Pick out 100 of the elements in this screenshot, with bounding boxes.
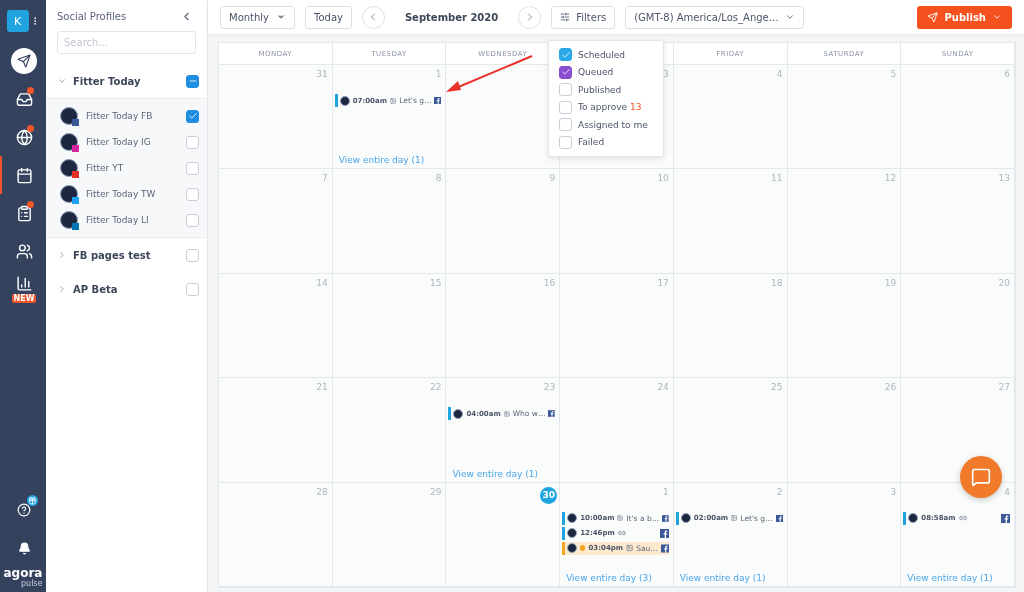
filter-label: Scheduled <box>578 49 626 60</box>
day-number: 29 <box>429 486 442 499</box>
chevron-right-icon[interactable] <box>57 250 67 260</box>
day-number: 12 <box>884 173 897 186</box>
day-number: 22 <box>429 382 442 395</box>
day-number: 10 <box>657 173 669 186</box>
day-number: 18 <box>771 277 783 290</box>
chevron-right-icon[interactable] <box>57 284 67 294</box>
globe-icon[interactable] <box>15 128 33 146</box>
notification-dot <box>27 125 34 132</box>
day-number: 28 <box>316 486 328 499</box>
facebook-icon <box>1001 513 1010 523</box>
profile-checkbox[interactable] <box>186 135 199 149</box>
day-number: 9 <box>549 173 556 186</box>
profile-checkbox[interactable] <box>186 161 199 175</box>
post-avatar <box>567 543 578 554</box>
day-number: 27 <box>998 382 1010 395</box>
day-number: 26 <box>884 382 897 395</box>
caret-icon <box>276 12 286 22</box>
inbox-icon[interactable] <box>15 90 33 108</box>
filter-label: Failed <box>578 137 605 148</box>
month-title: September 2020 <box>403 11 500 23</box>
day-number: 1 <box>663 486 669 499</box>
day-number: 3 <box>663 69 669 81</box>
day-number: 11 <box>771 173 783 186</box>
group-name: AP Beta <box>73 283 119 295</box>
filters-button[interactable]: Filters <box>551 5 616 29</box>
day-number: 3 <box>890 486 897 499</box>
check-icon <box>560 49 571 60</box>
today-marker: 30 <box>540 486 558 504</box>
group-checkbox[interactable] <box>186 282 199 296</box>
day-number: 7 <box>321 173 328 186</box>
day-number: 19 <box>884 277 897 290</box>
bell-icon <box>17 541 31 555</box>
logo-subtext: pulse <box>21 579 43 588</box>
day-number: 14 <box>316 277 328 290</box>
sidebar-title: Social Profiles <box>57 11 127 22</box>
group-name: FB pages test <box>73 249 152 261</box>
group-checkbox[interactable] <box>186 74 199 88</box>
post-avatar <box>680 513 691 524</box>
facebook-icon <box>662 513 669 523</box>
day-number: 17 <box>657 277 669 290</box>
link-icon <box>617 529 626 538</box>
day-number: 31 <box>316 69 328 81</box>
day-number: 16 <box>543 277 556 290</box>
search-field[interactable]: Search... <box>57 31 196 54</box>
profile-checkbox[interactable] <box>186 213 199 227</box>
profile-checkbox[interactable] <box>186 187 199 201</box>
facebook-icon <box>775 513 783 523</box>
facebook-icon <box>548 409 556 419</box>
day-number: 15 <box>429 277 442 290</box>
logo-text: agora <box>3 567 43 579</box>
queued-dot <box>580 545 586 552</box>
group-name: Fitter Today <box>73 75 142 87</box>
day-number: 1 <box>435 69 442 81</box>
calendar-icon[interactable] <box>15 166 33 184</box>
send-icon[interactable] <box>11 48 37 74</box>
notification-dot <box>27 201 34 208</box>
timezone-dropdown[interactable]: (GMT-8) America/Los_Ange… <box>625 5 804 29</box>
profile-name: Fitter YT <box>86 163 125 173</box>
group-checkbox[interactable] <box>186 248 199 262</box>
day-number: 23 <box>543 382 556 395</box>
day-number: 6 <box>1004 69 1010 81</box>
day-number: 13 <box>998 173 1010 186</box>
today-button[interactable]: Today <box>305 5 352 29</box>
new-tag: NEW <box>11 294 37 303</box>
day-number: 5 <box>890 69 897 81</box>
image-icon <box>503 409 510 418</box>
clipboard-icon[interactable] <box>15 204 33 222</box>
image-icon <box>731 514 738 523</box>
view-dropdown[interactable]: Monthly <box>220 5 295 29</box>
day-number: 4 <box>1004 486 1010 499</box>
profile-name: Fitter Today FB <box>86 111 154 121</box>
profile-checkbox[interactable] <box>186 109 199 123</box>
send-icon <box>927 11 939 23</box>
filter-label: Published <box>578 84 622 95</box>
post-avatar <box>567 513 578 524</box>
image-icon <box>617 514 624 523</box>
image-icon <box>626 544 634 553</box>
day-number: 4 <box>776 69 783 81</box>
sliders-icon <box>560 12 571 22</box>
profile-name: Fitter Today TW <box>86 189 157 199</box>
facebook-icon <box>660 543 669 553</box>
users-icon[interactable] <box>15 242 33 260</box>
day-number: 21 <box>316 382 328 395</box>
day-number: 24 <box>657 382 669 395</box>
image-icon <box>390 96 397 105</box>
filter-checkbox[interactable] <box>559 65 572 79</box>
caret-icon <box>784 12 795 22</box>
check-icon <box>187 111 198 121</box>
help-icon <box>17 503 31 517</box>
filter-checkbox[interactable] <box>559 48 572 62</box>
bar-chart-icon[interactable] <box>15 275 33 292</box>
chevron-down-icon[interactable] <box>57 76 67 86</box>
check-icon <box>560 67 571 78</box>
filter-label: Queued <box>578 67 614 78</box>
filter-label: Assigned to me <box>578 119 648 130</box>
facebook-icon <box>434 96 442 105</box>
day-number: 8 <box>435 173 442 186</box>
facebook-icon <box>659 528 669 538</box>
